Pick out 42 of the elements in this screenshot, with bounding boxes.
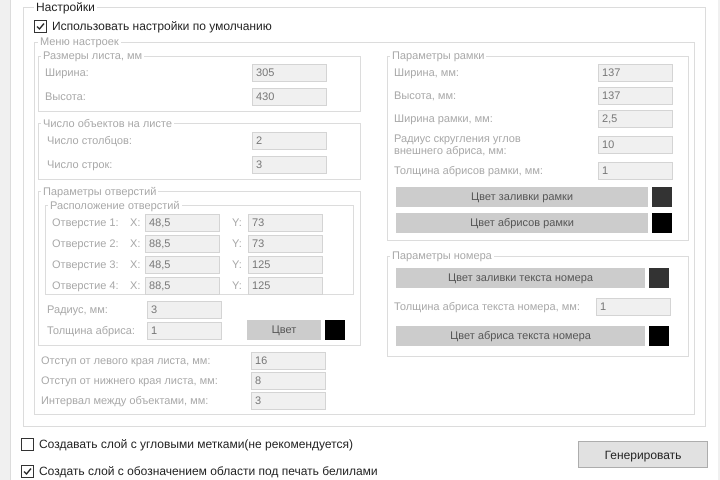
group-title: Параметры отверстий	[42, 184, 158, 199]
field-label: Ширина, мм:	[394, 67, 460, 79]
field-label: Ширина рамки, мм:	[394, 113, 494, 125]
field-label: Отверстие 2:	[52, 236, 120, 252]
group-title: Расположение отверстий	[49, 198, 181, 213]
checkbox[interactable]	[21, 438, 34, 450]
field-label: Радиус скругления углов внешнего абриса, мм:	[394, 133, 522, 157]
field-label: Отверстие 3:	[52, 258, 120, 273]
group-title: Настройки	[35, 0, 96, 14]
group-title: Число объектов на листе	[42, 116, 173, 131]
field-label: Высота:	[45, 90, 86, 105]
field-label: Радиус, мм:	[47, 302, 109, 318]
field-label: Высота, мм:	[394, 90, 458, 102]
field-label: Y:	[232, 258, 243, 273]
checkbox[interactable]	[21, 464, 34, 478]
field-label: X:	[130, 278, 142, 294]
field-label: Отверстие 1:	[52, 216, 120, 231]
group-title: Размеры листа, мм	[42, 49, 144, 63]
field-label: Толщина абриса:	[47, 324, 136, 339]
checkbox-label: Создать слой с обозначением области под печать белилами	[39, 463, 378, 480]
field-label: Число строк:	[47, 158, 112, 173]
field-label: Ширина:	[45, 66, 89, 81]
field-label: Y:	[232, 236, 243, 252]
field-label: Y:	[232, 216, 243, 231]
group-title: Меню настроек	[39, 35, 120, 49]
field-label: Отверстие 4:	[52, 278, 120, 294]
field-label: X:	[130, 236, 142, 252]
field-label: Число столбцов:	[47, 134, 132, 149]
checkbox-label: Использовать настройки по умолчанию	[52, 18, 272, 35]
field-label: Толщина абрисов рамки, мм:	[394, 165, 544, 177]
field-label: Отступ от нижнего края листа, мм:	[41, 374, 218, 389]
group-title: Параметры номера	[391, 249, 493, 263]
field-label: Толщина абриса текста номера, мм:	[394, 300, 580, 315]
field-label: Y:	[232, 278, 243, 294]
group-title: Параметры рамки	[391, 49, 486, 63]
checkbox[interactable]	[34, 20, 47, 32]
checkbox-label: Создавать слой с угловыми метками(не рекомендуется)	[39, 436, 353, 453]
field-label: Отступ от левого края листа, мм:	[41, 354, 210, 369]
generate-button[interactable]: Генерировать	[578, 441, 708, 468]
field-label: X:	[130, 258, 142, 273]
field-label: Интервал между объектами, мм:	[41, 394, 208, 409]
field-label: X:	[130, 216, 142, 231]
